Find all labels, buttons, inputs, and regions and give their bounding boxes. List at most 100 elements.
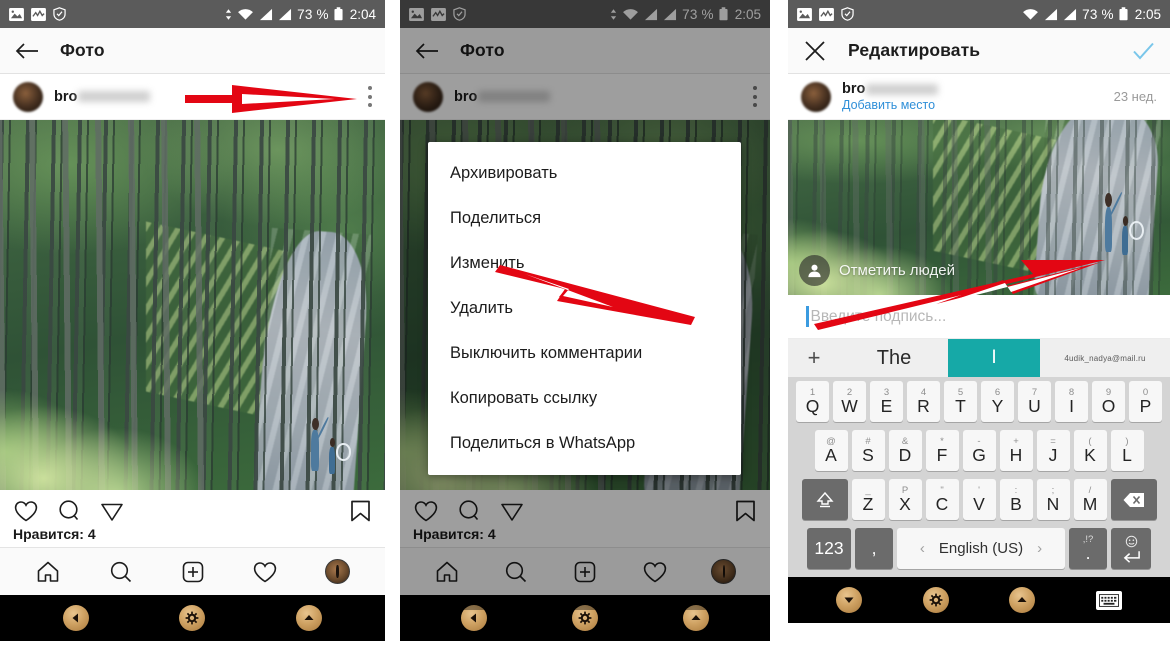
home-icon[interactable]	[35, 559, 61, 585]
menu-item-turn-off-comments[interactable]: Выключить комментарии	[428, 331, 741, 376]
back-arrow-icon[interactable]	[14, 38, 40, 64]
battery-percent: 73 %	[1082, 6, 1114, 22]
key-d[interactable]: & D	[888, 430, 922, 471]
key-o[interactable]: 9O	[1092, 381, 1125, 422]
keyboard-row-3: _ Z РX " C ' V :B ; N / M	[788, 475, 1170, 524]
add-icon[interactable]	[180, 559, 206, 585]
key-k[interactable]: (K	[1073, 430, 1107, 471]
key-space[interactable]: ‹ English (US) ›	[897, 528, 1065, 569]
add-location-link[interactable]: Добавить место	[842, 98, 938, 112]
check-icon[interactable]	[1130, 38, 1156, 64]
search-icon[interactable]	[108, 559, 134, 585]
key-j[interactable]: = J	[1036, 430, 1070, 471]
keyboard-language-label: English (US)	[938, 540, 1024, 557]
home-button[interactable]	[179, 605, 206, 631]
panel-post-view: 73 % 2:04 Фото bro Нравится: 4	[0, 0, 385, 656]
key-g[interactable]: -G	[962, 430, 996, 471]
key-period[interactable]: ,!?.	[1069, 528, 1107, 569]
key-enter[interactable]	[1111, 528, 1151, 569]
key-s[interactable]: # S	[851, 430, 885, 471]
redacted-username	[866, 83, 939, 95]
key-b[interactable]: :B	[999, 479, 1033, 520]
key-i[interactable]: 8I	[1055, 381, 1088, 422]
likes-count: Нравится: 4	[0, 524, 385, 547]
image-icon	[9, 7, 24, 21]
shield-icon	[841, 7, 854, 21]
key-l[interactable]: ) L	[1110, 430, 1144, 471]
profile-avatar[interactable]	[324, 559, 350, 584]
key-m[interactable]: / M	[1073, 479, 1107, 520]
key-numbers[interactable]: 123	[807, 528, 851, 569]
recents-button[interactable]	[1009, 587, 1036, 613]
panel-context-menu: 73 % 2:05 Фото bro Нравится: 4 Архивиров…	[400, 0, 770, 656]
key-n[interactable]: ; N	[1036, 479, 1070, 520]
next-language-arrow[interactable]: ›	[1037, 540, 1042, 557]
menu-item-edit[interactable]: Изменить	[428, 241, 741, 286]
key-z[interactable]: _ Z	[851, 479, 885, 520]
shift-icon[interactable]	[801, 479, 848, 520]
backspace-icon[interactable]	[1110, 479, 1157, 520]
overflow-menu-icon[interactable]	[368, 86, 372, 107]
menu-item-copy-link[interactable]: Копировать ссылку	[428, 376, 741, 421]
bookmark-icon[interactable]	[349, 498, 372, 524]
battery-icon	[334, 7, 343, 21]
back-button[interactable]	[63, 605, 90, 631]
text-caret	[806, 306, 809, 327]
menu-item-share[interactable]: Поделиться	[428, 196, 741, 241]
avatar[interactable]	[13, 81, 43, 112]
suggestion-word-1[interactable]: The	[840, 347, 948, 370]
signal-icon	[260, 8, 273, 20]
username: bro	[842, 81, 939, 97]
key-r[interactable]: 4R	[907, 381, 940, 422]
suggestion-add-button[interactable]: +	[788, 345, 840, 371]
key-w[interactable]: 2W	[833, 381, 866, 422]
key-q[interactable]: 1Q	[796, 381, 829, 422]
key-t[interactable]: 5T	[944, 381, 977, 422]
key-y[interactable]: 6Y	[981, 381, 1014, 422]
menu-item-delete[interactable]: Удалить	[428, 286, 741, 331]
key-v[interactable]: ' V	[962, 479, 996, 520]
key-h[interactable]: + H	[999, 430, 1033, 471]
key-p[interactable]: 0P	[1129, 381, 1162, 422]
key-a[interactable]: @ A	[814, 430, 848, 471]
send-icon[interactable]	[99, 498, 125, 524]
suggestion-word-3[interactable]: 4udik_nadya@mail.ru	[1040, 354, 1170, 363]
caption-field[interactable]: Введите подпись...	[788, 295, 1170, 339]
key-f[interactable]: * F	[925, 430, 959, 471]
prev-language-arrow[interactable]: ‹	[920, 540, 925, 557]
post-user-row[interactable]: bro	[0, 74, 385, 120]
key-comma[interactable]: ,	[855, 528, 893, 569]
menu-item-archive[interactable]: Архивировать	[428, 151, 741, 196]
keyboard-row-4: 123 , ‹ English (US) › ,!?.	[788, 524, 1170, 574]
tag-people-label: Отметить людей	[839, 262, 955, 279]
suggestion-word-2[interactable]: I	[948, 339, 1040, 377]
screenshot-stage: 73 % 2:04 Фото bro Нравится: 4 73 % 2:05…	[0, 0, 1170, 656]
key-e[interactable]: 3E	[870, 381, 903, 422]
heart-icon[interactable]	[252, 559, 278, 585]
recents-button[interactable]	[295, 605, 322, 631]
heart-icon[interactable]	[13, 498, 39, 524]
avatar[interactable]	[801, 81, 831, 112]
image-icon	[797, 7, 812, 21]
key-u[interactable]: 7U	[1018, 381, 1051, 422]
post-photo[interactable]: Отметить людей	[788, 120, 1170, 295]
keyboard-toggle[interactable]	[1095, 590, 1122, 610]
shield-icon	[53, 7, 66, 21]
close-icon[interactable]	[802, 38, 828, 64]
username[interactable]: bro	[54, 89, 151, 105]
back-button[interactable]	[836, 587, 863, 613]
battery-percent: 73 %	[297, 6, 329, 22]
home-button[interactable]	[922, 587, 949, 613]
key-c[interactable]: " C	[925, 479, 959, 520]
comment-icon[interactable]	[56, 498, 82, 524]
keyboard: + The I 4udik_nadya@mail.ru 1Q 2W 3E 4R …	[788, 339, 1170, 577]
post-age: 23 нед.	[1113, 89, 1157, 104]
menu-item-share-whatsapp[interactable]: Поделиться в WhatsApp	[428, 421, 741, 466]
system-nav-bar	[788, 577, 1170, 623]
clock: 2:05	[1134, 6, 1161, 22]
page-title: Редактировать	[848, 40, 981, 60]
tag-people-control[interactable]: Отметить людей	[799, 255, 955, 286]
post-photo[interactable]	[0, 120, 385, 490]
key-x[interactable]: РX	[888, 479, 922, 520]
bottom-tab-bar	[0, 547, 385, 595]
